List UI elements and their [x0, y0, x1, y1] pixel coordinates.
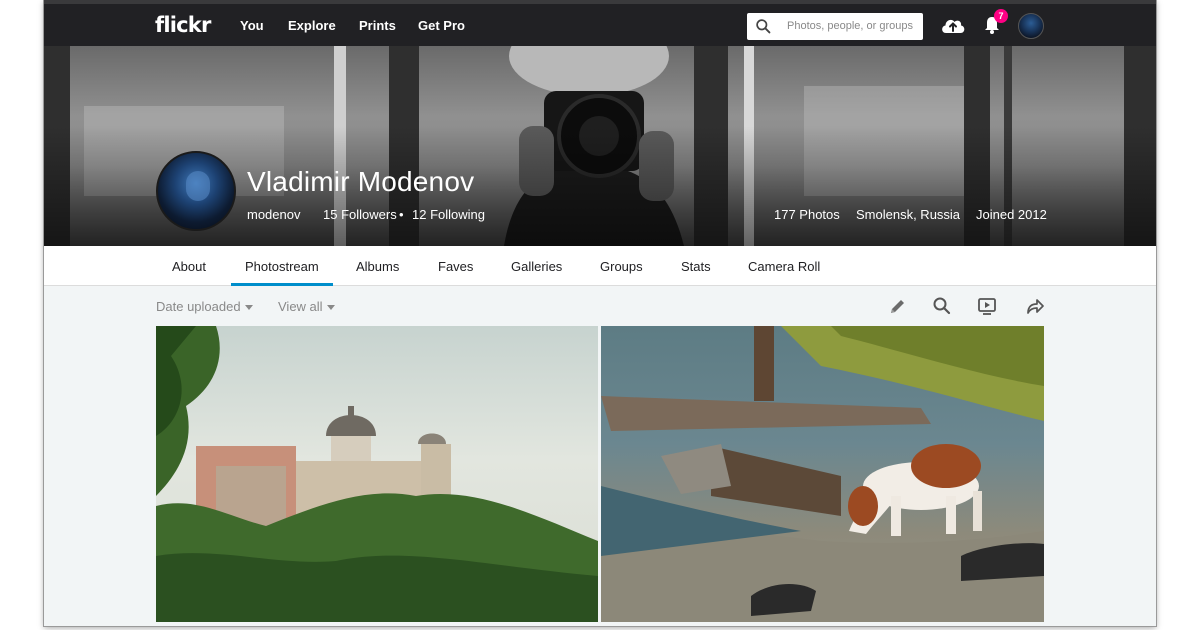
view-dropdown[interactable]: View all	[278, 299, 335, 314]
sort-label: Date uploaded	[156, 299, 241, 314]
nav-get-pro[interactable]: Get Pro	[418, 18, 465, 33]
joined-date: Joined 2012	[976, 207, 1047, 222]
tab-galleries[interactable]: Galleries	[511, 259, 562, 274]
tab-albums[interactable]: Albums	[356, 259, 399, 274]
active-tab-indicator	[231, 283, 333, 286]
tab-groups[interactable]: Groups	[600, 259, 643, 274]
photo-hilltop-town[interactable]	[156, 326, 598, 622]
upload-cloud-icon[interactable]	[940, 15, 966, 35]
search-icon[interactable]	[932, 296, 952, 316]
dog-by-lake-image	[601, 326, 1044, 622]
hilltop-town-image	[156, 326, 598, 622]
tab-camera-roll[interactable]: Camera Roll	[748, 259, 820, 274]
tab-photostream[interactable]: Photostream	[245, 259, 319, 274]
nav-prints[interactable]: Prints	[359, 18, 396, 33]
photo-dog-by-lake[interactable]	[601, 326, 1044, 622]
top-navigation: flickr You Explore Prints Get Pro Photos…	[44, 0, 1156, 46]
meta-separator: •	[399, 207, 404, 222]
chevron-down-icon	[326, 305, 335, 311]
search-box[interactable]: Photos, people, or groups	[747, 13, 923, 40]
profile-tabs: About Photostream Albums Faves Galleries…	[44, 246, 1156, 286]
tab-faves[interactable]: Faves	[438, 259, 473, 274]
profile-name: Vladimir Modenov	[247, 166, 475, 197]
flickr-logo[interactable]: flickr	[155, 13, 211, 37]
followers-link[interactable]: 15 Followers	[323, 207, 397, 222]
nav-explore[interactable]: Explore	[288, 18, 336, 33]
window-top-strip	[44, 0, 1156, 4]
nav-you[interactable]: You	[240, 18, 264, 33]
view-label: View all	[278, 299, 323, 314]
chevron-down-icon	[244, 305, 253, 311]
notification-badge: 7	[994, 9, 1008, 23]
edit-pencil-icon[interactable]	[888, 296, 908, 316]
share-icon[interactable]	[1025, 296, 1045, 316]
photo-count: 177 Photos	[774, 207, 840, 222]
search-icon	[756, 19, 771, 34]
tab-stats[interactable]: Stats	[681, 259, 711, 274]
slideshow-icon[interactable]	[977, 296, 997, 316]
tab-about[interactable]: About	[172, 259, 206, 274]
following-link[interactable]: 12 Following	[412, 207, 485, 222]
location: Smolensk, Russia	[856, 207, 961, 222]
search-input[interactable]: Photos, people, or groups	[787, 20, 913, 32]
browser-window: flickr You Explore Prints Get Pro Photos…	[44, 0, 1156, 626]
profile-avatar[interactable]	[156, 151, 236, 231]
sort-dropdown[interactable]: Date uploaded	[156, 299, 253, 314]
user-avatar[interactable]	[1018, 13, 1044, 39]
profile-username: modenov	[247, 207, 301, 222]
